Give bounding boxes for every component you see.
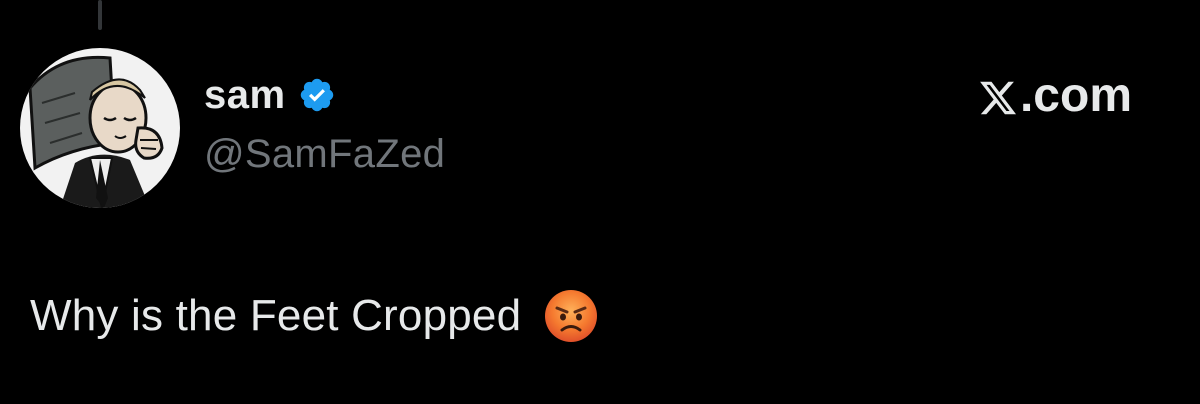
author-handle[interactable]: @SamFaZed — [204, 132, 445, 177]
tweet-author: sam @SamFaZed — [204, 70, 445, 177]
avatar-comic-sleeping-man-icon — [20, 48, 180, 208]
avatar[interactable] — [20, 48, 180, 208]
x-logo-icon — [978, 75, 1018, 115]
thread-connector-line — [98, 0, 102, 30]
angry-face-icon — [543, 288, 599, 344]
author-name-row: sam — [204, 70, 445, 120]
tweet-body: Why is the Feet Cropped — [30, 288, 599, 344]
tweet-body-text: Why is the Feet Cropped — [30, 291, 522, 340]
watermark-domain-text: .com — [1019, 68, 1132, 122]
x-com-watermark: .com — [978, 68, 1132, 122]
verified-badge-icon — [298, 76, 336, 114]
author-display-name[interactable]: sam — [204, 73, 286, 118]
